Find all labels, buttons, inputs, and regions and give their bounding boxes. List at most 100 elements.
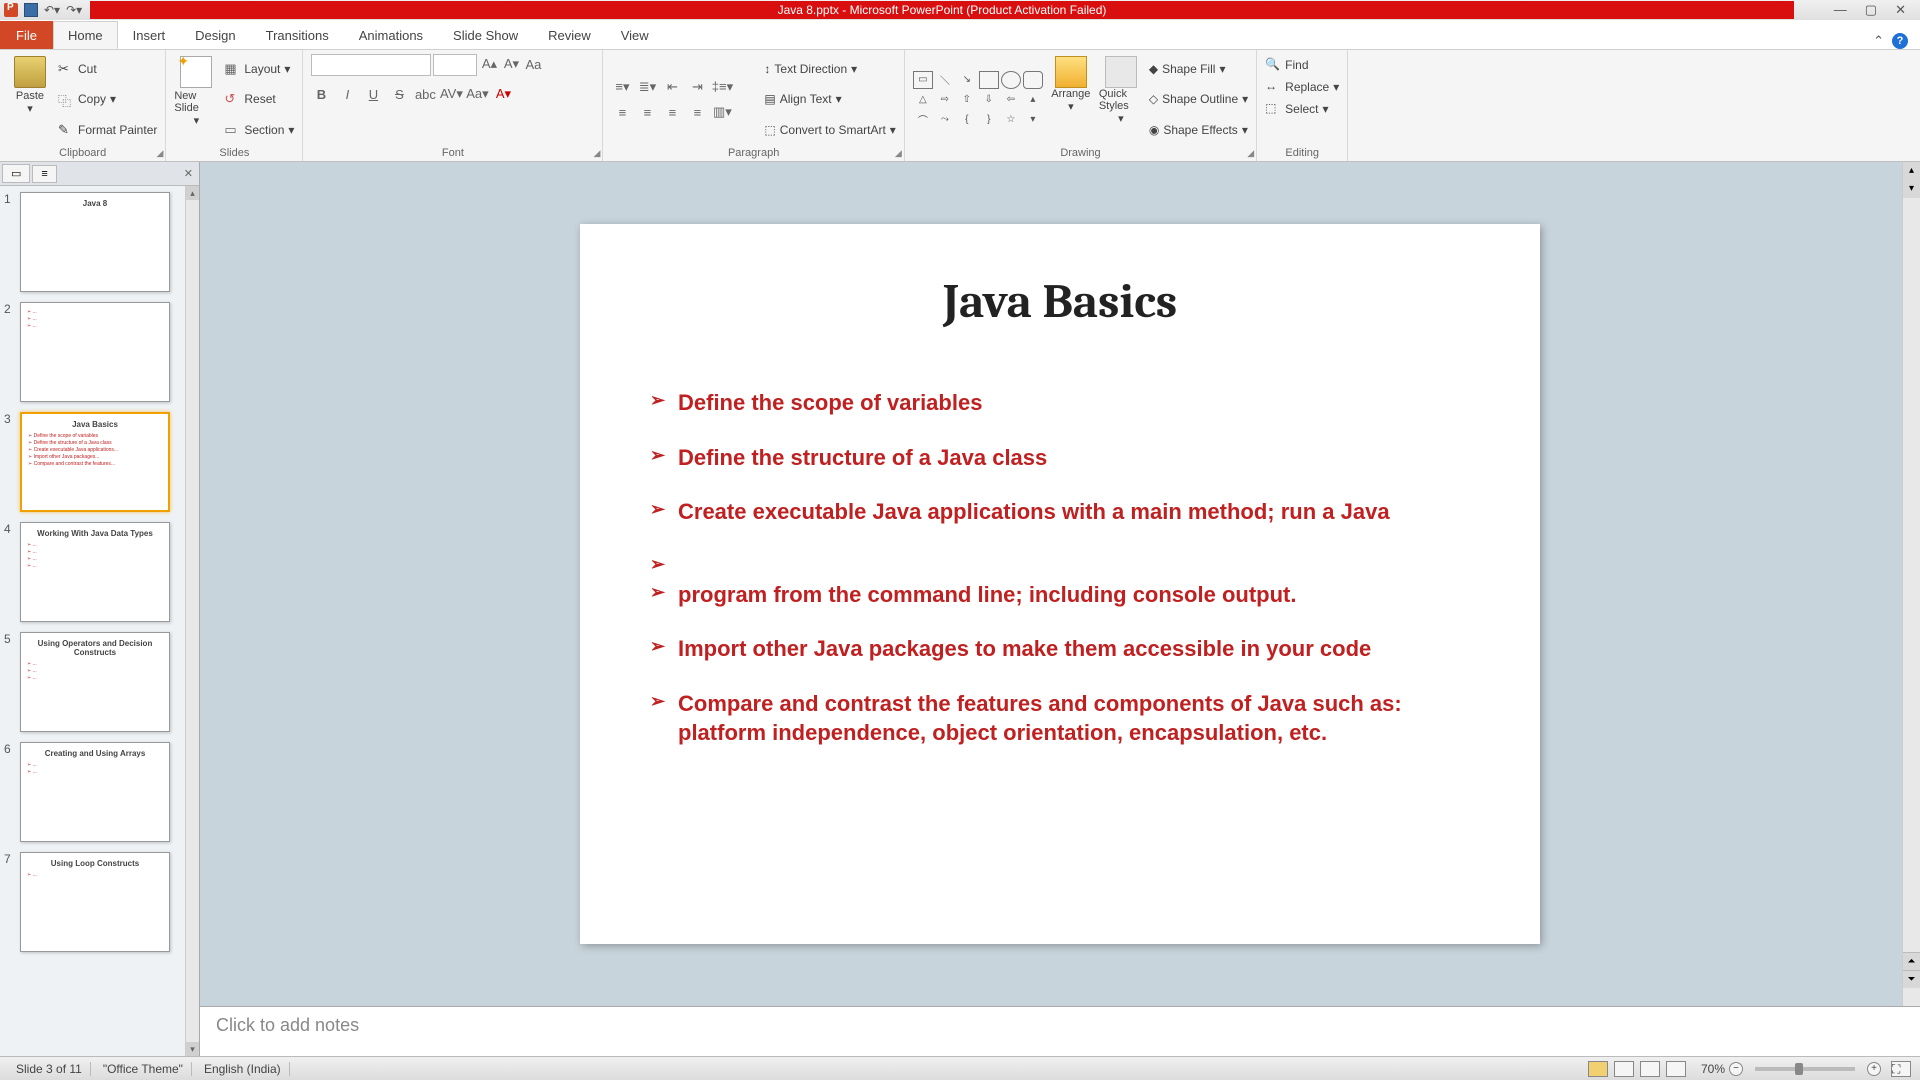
thumbnail[interactable]: Using Loop Constructs➢ ... [20, 852, 170, 952]
thumbnail[interactable]: Using Operators and Decision Constructs➢… [20, 632, 170, 732]
thumbnail-row[interactable]: 6Creating and Using Arrays➢ ...➢ ... [4, 742, 195, 842]
shapes-gallery[interactable]: ▭ ＼ ↘ △ ⇨ ⇧ ⇩ ⇦ ▴ ⌒ ⤳ { } ☆ [913, 71, 1043, 129]
shape-roundrect-icon[interactable] [1023, 71, 1043, 89]
shape-oval-icon[interactable] [1001, 71, 1021, 89]
copy-button[interactable]: Copy▾ [58, 88, 157, 110]
shadow-button[interactable]: abc [415, 84, 435, 104]
bullet-item[interactable]: Create executable Java applications with… [650, 498, 1470, 527]
undo-icon[interactable]: ↶▾ [44, 3, 60, 17]
shape-arrow2-icon[interactable]: ⇨ [935, 91, 955, 109]
tab-design[interactable]: Design [180, 21, 250, 49]
cut-button[interactable]: Cut [58, 58, 157, 80]
thumbnail[interactable]: ➢ ...➢ ...➢ ... [20, 302, 170, 402]
text-direction-button[interactable]: ↕Text Direction▾ [764, 58, 895, 80]
zoom-out-button[interactable]: − [1729, 1062, 1743, 1076]
paste-button[interactable]: Paste ▾ [8, 54, 52, 145]
thumbnail-row[interactable]: 2➢ ...➢ ...➢ ... [4, 302, 195, 402]
tab-animations[interactable]: Animations [344, 21, 438, 49]
shape-connector-icon[interactable]: ⤳ [935, 111, 955, 129]
zoom-slider[interactable] [1755, 1067, 1855, 1071]
shape-arrow-icon[interactable]: ↘ [957, 71, 977, 89]
thumbnail-row[interactable]: 5Using Operators and Decision Constructs… [4, 632, 195, 732]
decrease-indent-button[interactable]: ⇤ [661, 76, 683, 98]
slide-title[interactable]: Java Basics [650, 274, 1470, 329]
clear-formatting-icon[interactable]: Aa [523, 54, 543, 74]
shape-more-icon[interactable]: ▴ [1023, 91, 1043, 109]
increase-indent-button[interactable]: ⇥ [686, 76, 708, 98]
align-left-button[interactable]: ≡ [611, 101, 633, 123]
italic-button[interactable]: I [337, 84, 357, 104]
shape-line-icon[interactable]: ＼ [935, 71, 955, 89]
fit-to-window-button[interactable]: ⛶ [1891, 1061, 1911, 1077]
bullet-item[interactable]: Import other Java packages to make them … [650, 635, 1470, 664]
bullet-item[interactable]: program from the command line; including… [650, 581, 1470, 610]
layout-button[interactable]: Layout▾ [224, 58, 294, 80]
shape-brace2-icon[interactable]: } [979, 111, 999, 129]
thumbnail[interactable]: Java Basics➢ Define the scope of variabl… [20, 412, 170, 512]
shape-arrow3-icon[interactable]: ⇧ [957, 91, 977, 109]
scroll-down-icon[interactable]: ▾ [186, 1042, 199, 1056]
normal-view-button[interactable] [1588, 1061, 1608, 1077]
thumbs-scrollbar[interactable]: ▴ ▾ [185, 186, 199, 1056]
find-button[interactable]: Find [1265, 54, 1339, 76]
font-name-input[interactable] [311, 54, 431, 76]
thumbnail-row[interactable]: 4Working With Java Data Types➢ ...➢ ...➢… [4, 522, 195, 622]
tab-insert[interactable]: Insert [118, 21, 181, 49]
thumbnail-row[interactable]: 7Using Loop Constructs➢ ... [4, 852, 195, 952]
new-slide-button[interactable]: New Slide ▾ [174, 54, 218, 145]
thumbnail[interactable]: Java 8 [20, 192, 170, 292]
shape-effects-button[interactable]: ◉Shape Effects▾ [1149, 119, 1248, 141]
align-center-button[interactable]: ≡ [636, 101, 658, 123]
reset-button[interactable]: Reset [224, 88, 294, 110]
font-size-input[interactable] [433, 54, 477, 76]
prev-slide-button[interactable]: ⏶ [1903, 952, 1920, 970]
next-slide-button[interactable]: ⏷ [1903, 970, 1920, 988]
shape-arrow4-icon[interactable]: ⇩ [979, 91, 999, 109]
align-text-button[interactable]: ▤Align Text▾ [764, 88, 895, 110]
reading-view-button[interactable] [1640, 1061, 1660, 1077]
scroll-up-icon[interactable]: ▴ [1903, 162, 1920, 180]
redo-icon[interactable]: ↷▾ [66, 3, 82, 17]
zoom-level[interactable]: 70% [1701, 1062, 1725, 1076]
file-tab[interactable]: File [0, 21, 53, 49]
bullet-item[interactable]: Compare and contrast the features and co… [650, 690, 1470, 747]
dialog-launcher-icon[interactable]: ◢ [1247, 148, 1254, 159]
save-icon[interactable] [24, 3, 38, 17]
select-button[interactable]: Select▾ [1265, 98, 1339, 120]
bullet-item[interactable]: Define the structure of a Java class [650, 444, 1470, 473]
notes-placeholder[interactable]: Click to add notes [216, 1015, 1904, 1036]
outline-panel-tab[interactable]: ≡ [32, 165, 56, 183]
convert-smartart-button[interactable]: ⬚Convert to SmartArt▾ [764, 119, 895, 141]
strikethrough-button[interactable]: S [389, 84, 409, 104]
replace-button[interactable]: Replace▾ [1265, 76, 1339, 98]
shape-curve-icon[interactable]: ⌒ [913, 111, 933, 129]
zoom-in-button[interactable]: + [1867, 1062, 1881, 1076]
font-color-button[interactable]: A▾ [493, 84, 513, 104]
shape-triangle-icon[interactable]: △ [913, 91, 933, 109]
scroll-down-icon[interactable]: ▾ [1903, 180, 1920, 198]
scroll-up-icon[interactable]: ▴ [186, 186, 199, 200]
slideshow-view-button[interactable] [1666, 1061, 1686, 1077]
dialog-launcher-icon[interactable]: ◢ [594, 148, 601, 159]
thumbnail-row[interactable]: 1Java 8 [4, 192, 195, 292]
quick-styles-button[interactable]: Quick Styles ▾ [1099, 54, 1143, 145]
notes-pane[interactable]: Click to add notes [200, 1006, 1920, 1056]
underline-button[interactable]: U [363, 84, 383, 104]
increase-font-icon[interactable]: A▴ [479, 54, 499, 74]
shape-expand-icon[interactable]: ▾ [1023, 111, 1043, 129]
tab-review[interactable]: Review [533, 21, 606, 49]
slide-canvas-area[interactable]: Java Basics Define the scope of variable… [200, 162, 1920, 1006]
minimize-button[interactable]: — [1834, 2, 1847, 18]
tab-home[interactable]: Home [53, 21, 118, 49]
shape-arrow5-icon[interactable]: ⇦ [1001, 91, 1021, 109]
tab-slide-show[interactable]: Slide Show [438, 21, 533, 49]
collapse-ribbon-icon[interactable]: ⌃ [1873, 33, 1884, 49]
justify-button[interactable]: ≡ [686, 101, 708, 123]
help-icon[interactable]: ? [1892, 33, 1908, 49]
thumbnail[interactable]: Creating and Using Arrays➢ ...➢ ... [20, 742, 170, 842]
decrease-font-icon[interactable]: A▾ [501, 54, 521, 74]
line-spacing-button[interactable]: ‡≡▾ [711, 76, 733, 98]
shape-brace-icon[interactable]: { [957, 111, 977, 129]
language[interactable]: English (India) [196, 1062, 290, 1076]
change-case-button[interactable]: Aa▾ [467, 84, 487, 104]
